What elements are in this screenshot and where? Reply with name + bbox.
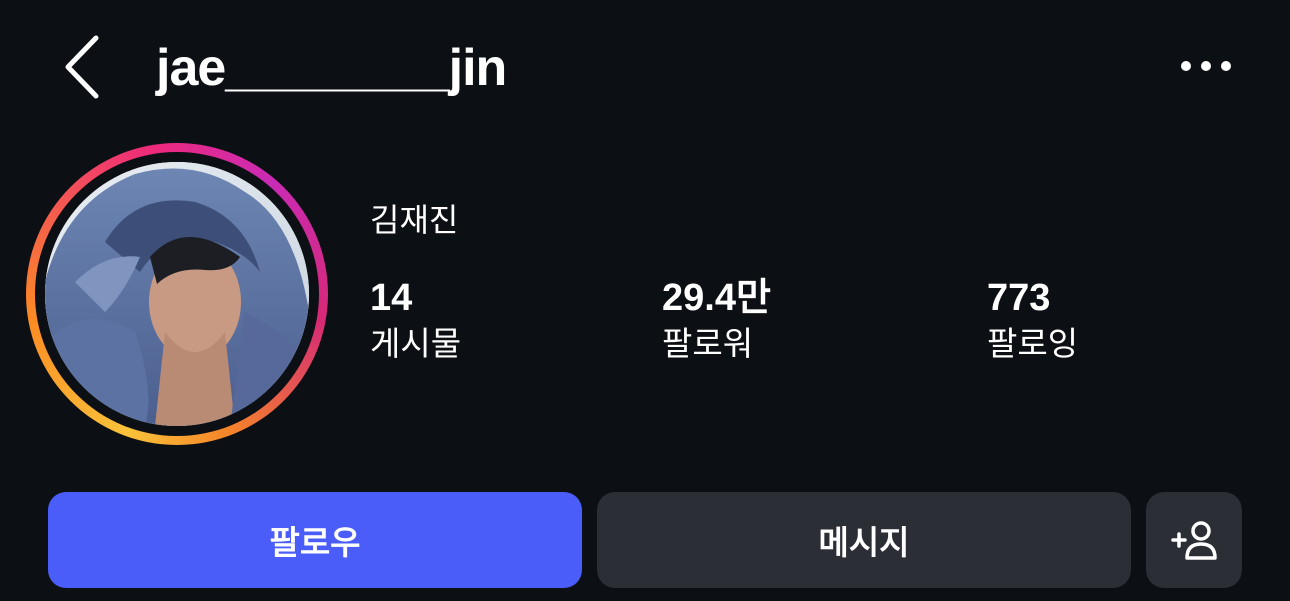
stat-following[interactable]: 773 팔로잉 [987, 276, 1078, 368]
avatar [45, 162, 309, 426]
more-options-button[interactable] [1170, 46, 1240, 86]
profile-username: jae________jin [156, 39, 507, 97]
stat-count: 14 [370, 277, 413, 319]
person-add-icon [1171, 521, 1217, 560]
display-name: 김재진 [370, 201, 459, 239]
stat-count: 29.4만 [662, 277, 771, 319]
stat-label: 팔로워 [662, 324, 754, 363]
suggest-users-button[interactable] [1146, 492, 1242, 588]
profile-page: jae________jin 김재진 14 게시물 29.4만 팔로워 773 … [0, 0, 1290, 601]
follow-button-label: 팔로우 [269, 523, 361, 562]
stat-label: 팔로잉 [987, 324, 1079, 363]
avatar-story-ring[interactable] [26, 143, 328, 445]
stat-count: 773 [987, 277, 1051, 319]
follow-button[interactable]: 팔로우 [48, 492, 582, 588]
stat-posts[interactable]: 14 게시물 [370, 276, 461, 368]
message-button[interactable]: 메시지 [597, 492, 1131, 588]
back-button[interactable] [56, 32, 112, 102]
avatar-photo [45, 162, 309, 426]
more-horizontal-icon [1181, 61, 1231, 71]
stat-followers[interactable]: 29.4만 팔로워 [662, 276, 771, 368]
stat-label: 게시물 [370, 324, 462, 363]
message-button-label: 메시지 [818, 523, 910, 562]
chevron-left-icon [65, 35, 99, 99]
